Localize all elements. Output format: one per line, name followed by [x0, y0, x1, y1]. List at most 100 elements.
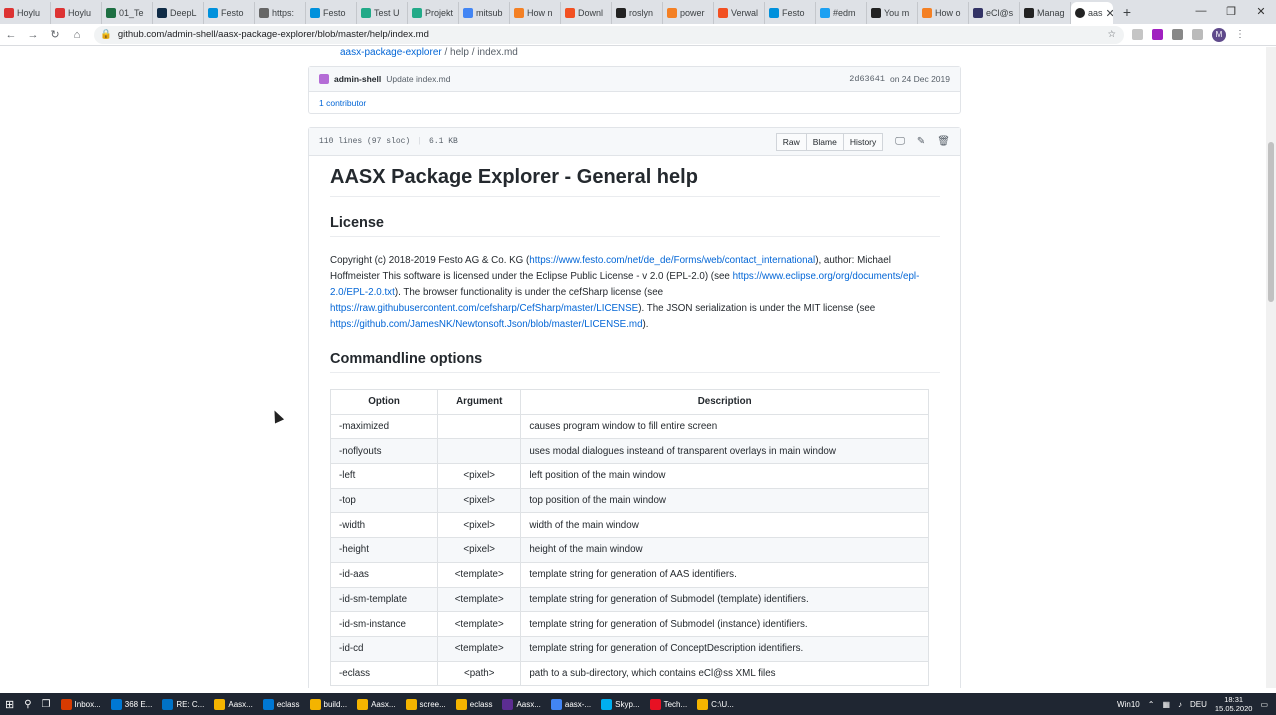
extension-icon[interactable] — [1172, 29, 1183, 40]
taskbar-app[interactable]: scree... — [401, 693, 451, 715]
browser-tab[interactable]: eCl@s — [969, 2, 1020, 24]
taskbar-app[interactable]: C:\U... — [692, 693, 739, 715]
history-button[interactable]: History — [842, 132, 884, 151]
new-tab-button[interactable]: + — [1117, 2, 1137, 22]
contributors-link[interactable]: 1 contributor — [319, 98, 366, 108]
tab-label: power — [680, 8, 705, 18]
address-bar[interactable]: 🔒 github.com/admin-shell/aasx-package-ex… — [94, 25, 1124, 44]
taskbar-app[interactable]: eclass — [451, 693, 498, 715]
commit-author[interactable]: admin-shell — [334, 74, 381, 84]
task-view-icon[interactable]: ❐ — [37, 693, 56, 715]
browser-tab[interactable]: How n — [510, 2, 561, 24]
browser-tab[interactable]: Festo — [204, 2, 255, 24]
description-cell: top position of the main window — [520, 487, 929, 514]
description-cell: path to a sub-directory, which contains … — [520, 660, 929, 687]
clock-time: 18:31 — [1224, 695, 1244, 704]
taskbar-app[interactable]: eclass — [258, 693, 305, 715]
scrollbar[interactable] — [1266, 47, 1276, 688]
raw-button[interactable]: Raw — [775, 132, 807, 151]
taskbar-app[interactable]: RE: C... — [157, 693, 209, 715]
close-window-button[interactable]: ✕ — [1246, 0, 1276, 22]
option-cell: -id-cd — [329, 635, 439, 662]
table-header-option: Option — [329, 389, 439, 415]
desktop-icon[interactable]: 🖵 — [895, 136, 905, 147]
browser-tab[interactable]: You m — [867, 2, 918, 24]
windows-start-icon[interactable]: ⊞ — [0, 693, 19, 715]
profile-avatar[interactable]: M — [1212, 27, 1226, 42]
taskbar-app-label: Aasx... — [516, 699, 541, 709]
desktop-label[interactable]: Win10 — [1117, 700, 1140, 709]
browser-tab[interactable]: mitsub — [459, 2, 510, 24]
tab-favicon-icon — [820, 8, 830, 18]
browser-tab[interactable]: Test U — [357, 2, 408, 24]
description-cell: left position of the main window — [520, 463, 929, 489]
browser-tab[interactable]: Hoylu — [0, 2, 51, 24]
taskbar-app[interactable]: Aasx... — [209, 693, 257, 715]
browser-tab[interactable]: roslyn — [612, 2, 663, 24]
cefsharp-license-link[interactable]: https://raw.githubusercontent.com/cefsha… — [330, 303, 638, 314]
extension-icon[interactable] — [1192, 29, 1203, 40]
taskbar-app[interactable]: aasx-... — [546, 693, 596, 715]
language-indicator[interactable]: DEU — [1190, 700, 1207, 709]
taskbar-app[interactable]: Skyp... — [596, 693, 644, 715]
doc-title: AASX Package Explorer - General help — [330, 166, 940, 197]
taskbar-app[interactable]: 368 E... — [106, 693, 158, 715]
browser-tab[interactable]: #edm — [816, 2, 867, 24]
extension-icon[interactable] — [1132, 29, 1143, 40]
minimize-button[interactable]: — — [1186, 0, 1216, 22]
browser-tab[interactable]: Manag — [1020, 2, 1071, 24]
back-icon[interactable]: ← — [0, 29, 22, 41]
blame-button[interactable]: Blame — [805, 132, 844, 151]
forward-icon[interactable]: → — [22, 29, 44, 41]
network-icon[interactable]: ▦ — [1162, 700, 1170, 709]
trash-icon[interactable]: 🗑 — [937, 136, 950, 147]
browser-tab[interactable]: https: — [255, 2, 306, 24]
taskbar-app[interactable]: Tech... — [645, 693, 693, 715]
taskbar-app[interactable]: Aasx... — [352, 693, 400, 715]
maximize-button[interactable]: ❐ — [1216, 0, 1246, 22]
breadcrumb-repo-link[interactable]: aasx-package-explorer — [340, 47, 442, 58]
tab-label: Verwal — [731, 8, 759, 18]
bookmark-star-icon[interactable]: ☆ — [1107, 29, 1116, 40]
menu-kebab-icon[interactable]: ⋮ — [1235, 29, 1245, 40]
table-header-argument: Argument — [437, 389, 522, 415]
extension-icon[interactable] — [1152, 29, 1163, 40]
option-cell: -maximized — [329, 413, 439, 440]
app-icon — [697, 698, 709, 710]
browser-tab[interactable]: How o — [918, 2, 969, 24]
browser-tab[interactable]: DeepL — [153, 2, 204, 24]
scroll-thumb[interactable] — [1268, 142, 1274, 302]
table-row: -id-aas <template> template string for gen… — [329, 561, 929, 588]
browser-tab[interactable]: Festo — [306, 2, 357, 24]
tab-favicon-icon — [412, 8, 422, 18]
taskbar-app[interactable]: build... — [305, 693, 353, 715]
reload-icon[interactable]: ↻ — [44, 28, 66, 41]
taskbar-app[interactable]: Inbox... — [56, 693, 106, 715]
newtonsoft-license-link[interactable]: https://github.com/JamesNK/Newtonsoft.Js… — [330, 319, 643, 330]
tab-close-icon[interactable]: ✕ — [1106, 7, 1113, 20]
home-icon[interactable]: ⌂ — [66, 29, 88, 41]
browser-tab[interactable]: power — [663, 2, 714, 24]
commit-sha[interactable]: 2d63641 — [849, 74, 885, 84]
commit-message[interactable]: Update index.md — [386, 74, 450, 84]
tab-label: Test U — [374, 8, 400, 18]
clock[interactable]: 18:31 15.05.2020 — [1215, 695, 1253, 713]
search-icon[interactable]: ⚲ — [19, 693, 36, 715]
mouse-cursor — [269, 408, 285, 424]
browser-tab[interactable]: Festo — [765, 2, 816, 24]
browser-tab[interactable]: Hoylu — [51, 2, 102, 24]
chevron-up-icon[interactable]: ⌃ — [1148, 700, 1155, 709]
browser-tab[interactable]: Downl — [561, 2, 612, 24]
volume-icon[interactable]: ♪ — [1178, 700, 1182, 709]
browser-tab[interactable]: Verwal — [714, 2, 765, 24]
browser-tab[interactable]: 01_Te — [102, 2, 153, 24]
tab-label: Manag — [1037, 8, 1065, 18]
taskbar-app[interactable]: Aasx... — [497, 693, 545, 715]
argument-cell: <template> — [437, 635, 522, 662]
pencil-edit-icon[interactable]: ✎ — [917, 136, 925, 147]
browser-tab-active[interactable]: aas ✕ — [1071, 2, 1113, 24]
author-avatar[interactable] — [319, 74, 329, 84]
browser-tab[interactable]: Projekt — [408, 2, 459, 24]
festo-contact-link[interactable]: https://www.festo.com/net/de_de/Forms/we… — [529, 255, 815, 266]
notifications-icon[interactable]: ▭ — [1260, 700, 1268, 709]
